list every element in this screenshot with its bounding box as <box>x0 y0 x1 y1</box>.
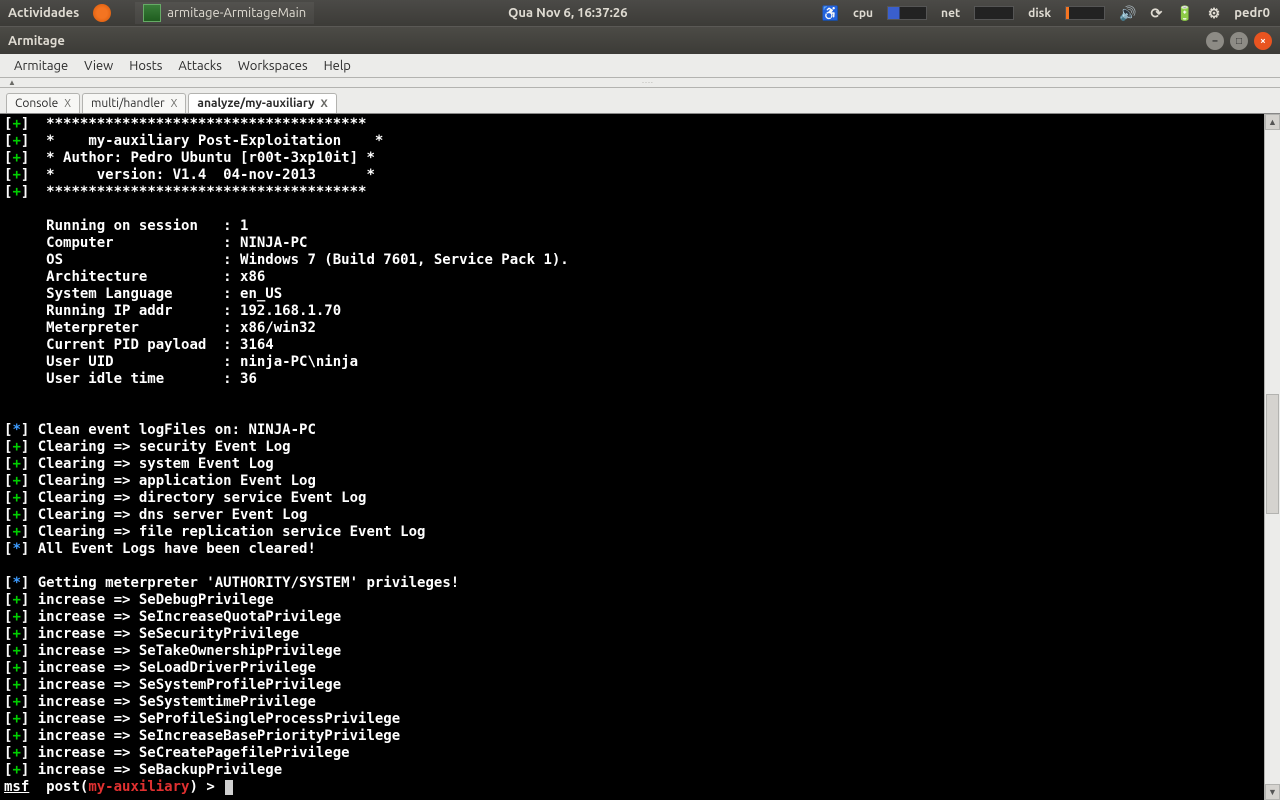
tab-multihandler[interactable]: multi/handler X <box>82 93 186 113</box>
scroll-down-button[interactable]: ▼ <box>1265 784 1280 800</box>
window-titlebar[interactable]: Armitage – □ × <box>0 26 1280 54</box>
gear-icon[interactable]: ⚙ <box>1208 5 1221 22</box>
cpu-meter <box>887 6 927 20</box>
scroll-up-button[interactable]: ▲ <box>1265 114 1280 130</box>
activities-button[interactable]: Actividades <box>8 6 79 20</box>
menu-armitage[interactable]: Armitage <box>6 57 76 75</box>
wifi-icon[interactable]: ⟳ <box>1151 5 1163 22</box>
text-cursor <box>225 780 233 795</box>
battery-icon[interactable]: 🔋 <box>1176 5 1193 22</box>
cpu-label: cpu <box>853 7 873 20</box>
tab-my-auxiliary[interactable]: analyze/my-auxiliary X <box>188 93 336 113</box>
close-icon[interactable]: X <box>64 98 71 110</box>
close-button[interactable]: × <box>1254 32 1272 50</box>
taskbar-item-armitage[interactable]: armitage-ArmitageMain <box>135 2 314 24</box>
user-menu[interactable]: pedr0 <box>1234 6 1270 20</box>
split-handle[interactable]: ···· <box>0 78 1280 88</box>
menu-hosts[interactable]: Hosts <box>121 57 170 75</box>
volume-icon[interactable]: 🔊 <box>1119 5 1136 22</box>
armitage-app-icon <box>143 4 161 22</box>
tab-label: multi/handler <box>91 97 165 110</box>
window-title: Armitage <box>8 34 1200 48</box>
ubuntu-icon[interactable] <box>93 4 111 22</box>
tab-strip: Console X multi/handler X analyze/my-aux… <box>0 88 1280 114</box>
console-output[interactable]: [+] ************************************… <box>0 114 1280 800</box>
disk-label: disk <box>1028 7 1051 20</box>
menu-bar: Armitage View Hosts Attacks Workspaces H… <box>0 54 1280 78</box>
taskbar-label: armitage-ArmitageMain <box>167 6 306 20</box>
net-label: net <box>941 7 960 20</box>
net-meter <box>974 6 1014 20</box>
clock[interactable]: Qua Nov 6, 16:37:26 <box>314 6 821 20</box>
menu-view[interactable]: View <box>76 57 121 75</box>
msf-prompt: msf <box>4 779 29 795</box>
accessibility-icon[interactable]: ♿ <box>822 5 839 22</box>
scroll-thumb[interactable] <box>1266 394 1279 514</box>
tab-label: analyze/my-auxiliary <box>197 97 314 110</box>
vertical-scrollbar[interactable]: ▲ ▼ <box>1264 114 1280 800</box>
tab-console[interactable]: Console X <box>6 93 80 113</box>
minimize-button[interactable]: – <box>1206 32 1224 50</box>
maximize-button[interactable]: □ <box>1230 32 1248 50</box>
tab-label: Console <box>15 97 58 110</box>
menu-workspaces[interactable]: Workspaces <box>230 57 316 75</box>
menu-attacks[interactable]: Attacks <box>170 57 230 75</box>
gnome-top-panel: Actividades armitage-ArmitageMain Qua No… <box>0 0 1280 26</box>
menu-help[interactable]: Help <box>316 57 359 75</box>
close-icon[interactable]: X <box>171 98 178 110</box>
disk-meter <box>1065 6 1105 20</box>
close-icon[interactable]: X <box>320 98 327 110</box>
